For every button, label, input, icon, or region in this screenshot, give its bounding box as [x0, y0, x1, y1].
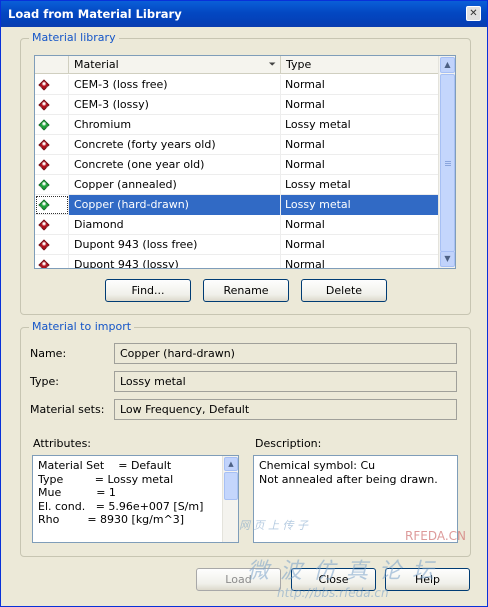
material-gem-icon [38, 159, 50, 171]
material-cell-icon [35, 255, 69, 268]
material-cell-icon [35, 215, 69, 235]
type-cell: Normal [285, 98, 325, 111]
material-cell: Copper (hard-drawn) [69, 195, 281, 215]
description-list: Chemical symbol: Cu Not annealed after be… [259, 459, 452, 486]
column-header-icon[interactable] [35, 56, 69, 74]
material-cell: CEM-3 (loss free) [69, 75, 281, 95]
material-gem-icon [38, 239, 50, 251]
material-cell-icon [35, 175, 69, 195]
table-header: Material ⏷ Type [35, 56, 439, 74]
help-button[interactable]: Help [385, 568, 470, 591]
material-cell-icon [35, 195, 69, 215]
table-row[interactable]: Dupont 943 (lossy) Normal [35, 255, 439, 269]
material-sets-field: Low Frequency, Default [114, 399, 457, 420]
type-cell: Normal [285, 78, 325, 91]
table-row[interactable]: Concrete (one year old) Normal [35, 155, 439, 175]
description-label: Description: [255, 437, 322, 450]
type-label: Type: [30, 375, 59, 388]
find-button[interactable]: Find... [105, 279, 191, 302]
material-cell: Concrete (forty years old) [69, 135, 281, 155]
title-bar[interactable]: Load from Material Library ✕ [1, 1, 487, 27]
material-import-label: Material to import [29, 320, 135, 333]
scroll-up-icon[interactable]: ▲ [440, 57, 455, 73]
attributes-textarea[interactable]: Material Set = Default Type = Lossy metal… [32, 455, 239, 543]
type-cell: Lossy metal [281, 195, 439, 215]
type-cell: Lossy metal [285, 118, 351, 131]
type-cell: Normal [285, 138, 325, 151]
material-cell-icon [35, 135, 69, 155]
column-header-material[interactable]: Material ⏷ [69, 56, 281, 74]
rename-button[interactable]: Rename [203, 279, 289, 302]
table-row[interactable]: Copper (hard-drawn) Lossy metal [35, 195, 439, 215]
material-cell-icon [35, 115, 69, 135]
attributes-label: Attributes: [33, 437, 92, 450]
table-row[interactable]: Copper (annealed) Lossy metal [35, 175, 439, 195]
material-gem-icon [38, 259, 50, 268]
material-cell: Copper (annealed) [69, 175, 281, 195]
material-gem-icon [38, 139, 50, 151]
material-cell: Dupont 943 (loss free) [69, 235, 281, 255]
table-row[interactable]: CEM-3 (loss free) Normal [35, 75, 439, 95]
column-header-material-label: Material [74, 58, 119, 71]
window-title: Load from Material Library [8, 7, 182, 21]
type-cell: Normal [285, 218, 325, 231]
attr-scroll-up-icon[interactable]: ▲ [224, 457, 238, 471]
material-gem-icon [38, 179, 50, 191]
type-cell: Lossy metal [285, 178, 351, 191]
table-body: CEM-3 (loss free) Normal CEM-3 (lossy) Norm… [35, 75, 439, 269]
material-sets-label: Material sets: [30, 403, 105, 416]
material-library-label: Material library [29, 31, 119, 44]
material-cell: Dupont 943 (lossy) [69, 255, 281, 268]
material-cell-icon [35, 235, 69, 255]
material-cell: Diamond [69, 215, 281, 235]
scroll-thumb[interactable] [440, 74, 455, 252]
description-line: Chemical symbol: Cu [259, 459, 376, 472]
load-button[interactable]: Load [196, 568, 281, 591]
table-row[interactable]: Diamond Normal [35, 215, 439, 235]
material-gem-icon [38, 79, 50, 91]
type-cell: Normal [285, 158, 325, 171]
material-cell-icon [35, 155, 69, 175]
delete-button[interactable]: Delete [301, 279, 387, 302]
material-gem-icon [38, 119, 50, 131]
attribute-line: El. cond. = 5.96e+007 [S/m] [38, 499, 204, 513]
close-icon[interactable]: ✕ [466, 6, 481, 21]
table-scrollbar[interactable]: ▲ ▼ [438, 56, 455, 268]
attributes-list: Material Set = Default Type = Lossy metal… [38, 459, 233, 527]
material-cell-icon [35, 95, 69, 115]
material-cell-icon [35, 75, 69, 95]
scroll-down-icon[interactable]: ▼ [440, 251, 455, 267]
material-table[interactable]: Material ⏷ Type CEM-3 (loss free) Normal C… [34, 55, 456, 269]
close-button[interactable]: Close [291, 568, 376, 591]
description-textarea[interactable]: Chemical symbol: Cu Not annealed after be… [253, 455, 458, 543]
attribute-line: Mue = 1 [38, 486, 116, 499]
material-cell: Concrete (one year old) [69, 155, 281, 175]
load-material-dialog: Load from Material Library ✕ Material li… [0, 0, 488, 607]
material-cell: Chromium [69, 115, 281, 135]
sort-icon: ⏷ [268, 60, 276, 70]
material-gem-icon [38, 99, 50, 111]
table-row[interactable]: CEM-3 (lossy) Normal [35, 95, 439, 115]
material-gem-icon [38, 219, 50, 231]
attribute-line: Material Set = Default [38, 459, 172, 472]
attr-scroll-thumb[interactable] [224, 472, 238, 500]
column-header-type[interactable]: Type [281, 56, 439, 74]
type-cell: Normal [285, 258, 325, 269]
attribute-line: Type = Lossy metal [38, 472, 174, 486]
material-gem-icon [38, 199, 50, 211]
name-field: Copper (hard-drawn) [114, 343, 457, 364]
attribute-line: Rho = 8930 [kg/m^3] [38, 513, 185, 526]
type-cell: Normal [285, 238, 325, 251]
name-label: Name: [30, 347, 67, 360]
type-field: Lossy metal [114, 371, 457, 392]
table-row[interactable]: Chromium Lossy metal [35, 115, 439, 135]
attributes-scrollbar[interactable]: ▲ [222, 456, 238, 542]
table-row[interactable]: Dupont 943 (loss free) Normal [35, 235, 439, 255]
material-cell: CEM-3 (lossy) [69, 95, 281, 115]
description-line: Not annealed after being drawn. [259, 472, 438, 486]
table-row[interactable]: Concrete (forty years old) Normal [35, 135, 439, 155]
